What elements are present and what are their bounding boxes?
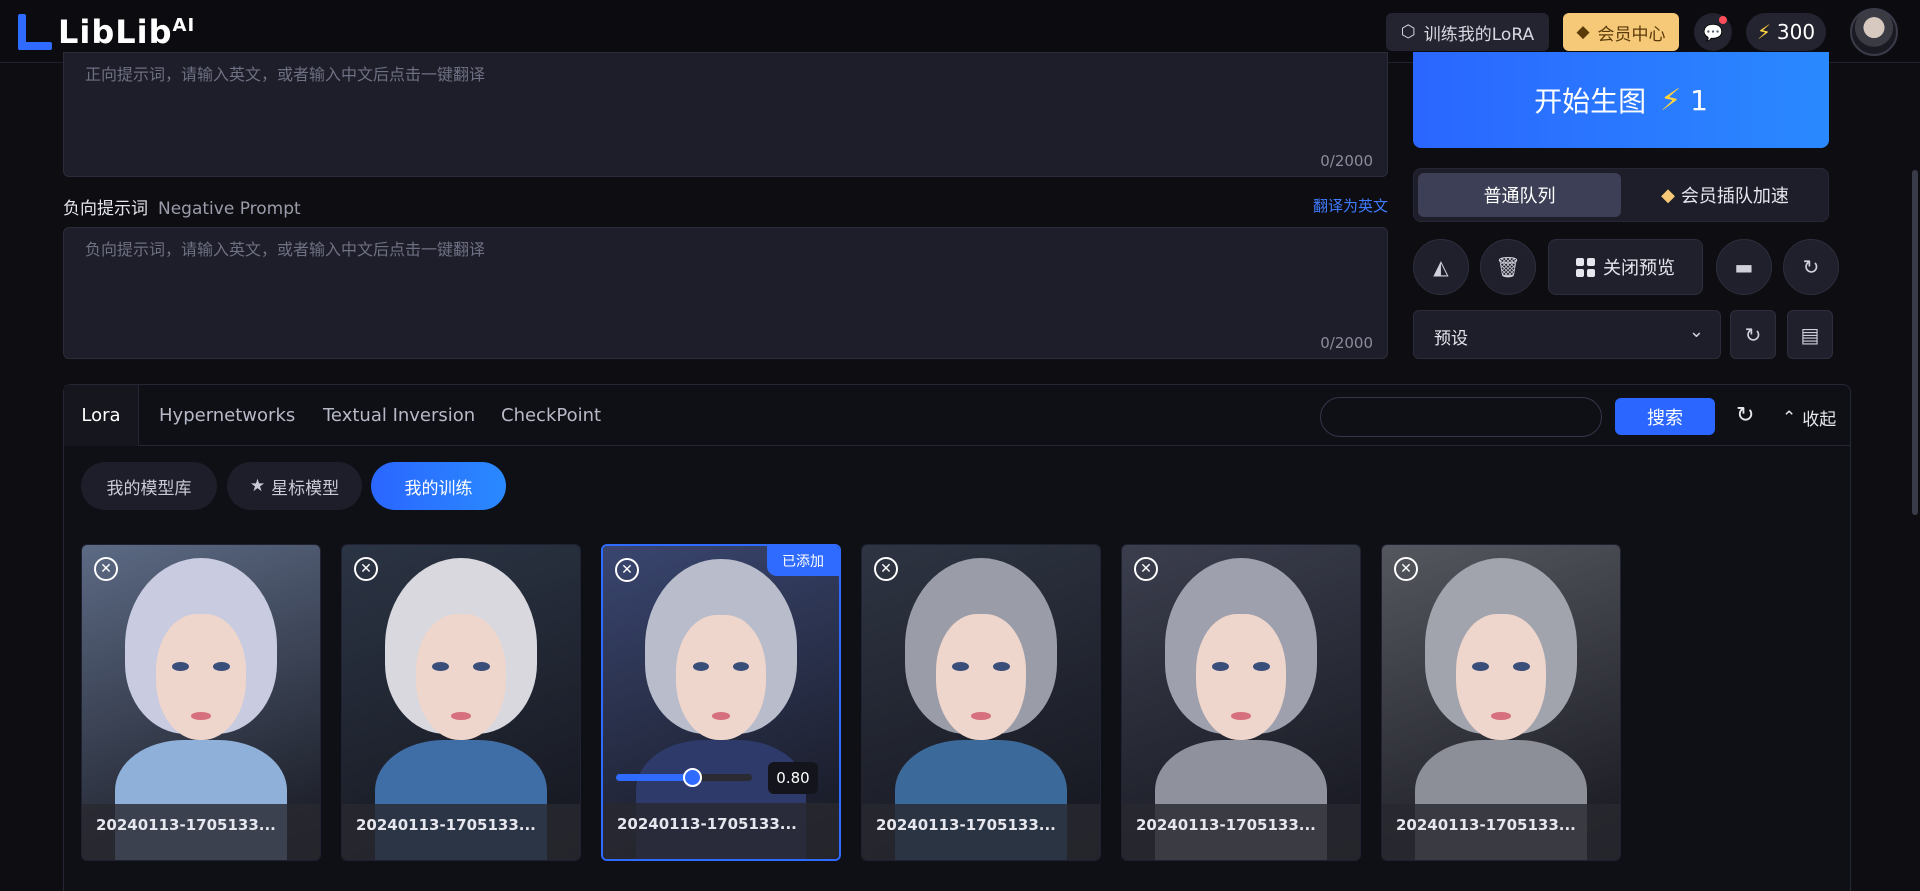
member-center-label: 会员中心 [1597, 24, 1666, 45]
close-preview-button[interactable]: 关闭预览 [1548, 239, 1703, 295]
lora-weight-fill [616, 774, 693, 781]
collapse-button[interactable]: ⌃ 收起 [1782, 405, 1837, 431]
app-root: LibLibAI ⬡ 训练我的LoRA ◆ 会员中心 💬 ⚡ 300 正向提示词… [0, 0, 1920, 891]
page-scrollbar-thumb[interactable] [1912, 170, 1918, 515]
notification-dot [1719, 16, 1727, 24]
model-card[interactable]: ✕ 20240113-1705133... [81, 544, 321, 861]
tab-textual-inversion[interactable]: Textual Inversion [323, 385, 475, 446]
file-add-icon: ▤ [1800, 322, 1820, 347]
refresh-preview-button[interactable]: ↻ [1783, 239, 1839, 295]
model-card-name: 20240113-1705133... [603, 803, 839, 859]
star-icon: ★ [249, 476, 266, 496]
folder-icon: ▬ [1734, 255, 1754, 279]
avatar[interactable] [1850, 8, 1898, 56]
train-lora-button[interactable]: ⬡ 训练我的LoRA [1386, 13, 1549, 51]
bolt-icon: ⚡ [1756, 20, 1771, 44]
cube-icon: ⬡ [1400, 22, 1416, 42]
vip-queue-label: 会员插队加速 [1680, 186, 1789, 207]
diamond-icon: ◆ [1576, 22, 1590, 42]
lora-weight-slider[interactable] [616, 768, 752, 787]
lora-weight-value[interactable]: 0.80 [768, 762, 818, 794]
remove-card-icon[interactable]: ✕ [615, 558, 639, 582]
preset-add-file-button[interactable]: ▤ [1787, 310, 1833, 359]
tab-hypernetworks[interactable]: Hypernetworks [159, 385, 295, 446]
filter-starred[interactable]: ★ 星标模型 [227, 462, 362, 510]
points-button[interactable]: ⚡ 300 [1746, 13, 1826, 51]
generate-cost: ⚡ 1 [1660, 82, 1708, 118]
collapse-label: 收起 [1802, 410, 1837, 430]
added-badge: 已添加 [767, 546, 839, 576]
model-card-name: 20240113-1705133... [1382, 804, 1620, 860]
delete-button[interactable]: 🗑 [1480, 239, 1536, 295]
points-value: 300 [1776, 20, 1816, 44]
refresh-icon: ↻ [1744, 322, 1762, 347]
negative-prompt-label-cn: 负向提示词 [63, 199, 148, 219]
chevron-down-icon: ⌄ [1688, 321, 1704, 342]
refresh-models-button[interactable]: ↻ [1736, 403, 1754, 428]
negative-prompt-label-en: Negative Prompt [158, 199, 301, 219]
refresh-icon: ↻ [1802, 255, 1820, 279]
train-lora-label: 训练我的LoRA [1423, 24, 1535, 45]
model-search-input[interactable] [1320, 397, 1602, 437]
model-card-name: 20240113-1705133... [82, 804, 320, 860]
chevron-up-icon: ⌃ [1782, 407, 1797, 428]
remove-card-icon[interactable]: ✕ [94, 557, 118, 581]
model-card[interactable]: ✕ 20240113-1705133... [861, 544, 1101, 861]
diamond-icon: ◆ [1661, 184, 1675, 206]
model-card[interactable]: ✕ 20240113-1705133... [1121, 544, 1361, 861]
filter-my-training[interactable]: 我的训练 [371, 462, 506, 510]
trash-icon: 🗑 [1495, 255, 1521, 279]
model-card[interactable]: ✕ 20240113-1705133... 已添加 0.80 [601, 544, 841, 861]
logo[interactable]: LibLibAI [18, 13, 196, 51]
positive-char-count: 0/2000 [1320, 152, 1373, 170]
eraser-button[interactable]: ◭ [1413, 239, 1469, 295]
preset-value: 预设 [1434, 329, 1468, 349]
model-tabs: Lora Hypernetworks Textual Inversion Che… [64, 385, 1850, 446]
remove-card-icon[interactable]: ✕ [1134, 557, 1158, 581]
messages-button[interactable]: 💬 [1694, 13, 1732, 51]
negative-char-count: 0/2000 [1320, 334, 1373, 352]
remove-card-icon[interactable]: ✕ [1394, 557, 1418, 581]
chat-icon: 💬 [1703, 22, 1723, 42]
search-button[interactable]: 搜索 [1615, 398, 1715, 435]
positive-prompt-input[interactable]: 正向提示词，请输入英文，或者输入中文后点击一键翻译 0/2000 [63, 52, 1388, 177]
grid-icon [1576, 257, 1595, 277]
filter-starred-label: 星标模型 [271, 478, 340, 499]
filter-my-library[interactable]: 我的模型库 [81, 462, 217, 510]
preset-select[interactable]: 预设 ⌄ [1413, 310, 1721, 359]
vip-queue-button[interactable]: ◆ 会员插队加速 [1626, 173, 1824, 217]
refresh-icon: ↻ [1736, 403, 1755, 428]
generate-button[interactable]: 开始生图 ⚡ 1 [1413, 52, 1829, 148]
model-card-name: 20240113-1705133... [862, 804, 1100, 860]
bolt-icon: ⚡ [1660, 82, 1682, 118]
model-card-name: 20240113-1705133... [342, 804, 580, 860]
model-card-name: 20240113-1705133... [1122, 804, 1360, 860]
model-card[interactable]: ✕ 20240113-1705133... [341, 544, 581, 861]
queue-selector: 普通队列 ◆ 会员插队加速 [1413, 168, 1829, 222]
logo-mark-icon [18, 14, 52, 50]
preset-refresh-button[interactable]: ↻ [1730, 310, 1776, 359]
negative-prompt-placeholder: 负向提示词，请输入英文，或者输入中文后点击一键翻译 [85, 240, 486, 259]
folder-button[interactable]: ▬ [1716, 239, 1772, 295]
negative-prompt-input[interactable]: 负向提示词，请输入英文，或者输入中文后点击一键翻译 0/2000 [63, 227, 1388, 359]
translate-to-english-link[interactable]: 翻译为英文 [1313, 195, 1388, 216]
tab-checkpoint[interactable]: CheckPoint [501, 385, 601, 446]
generate-label: 开始生图 [1534, 85, 1647, 118]
tab-lora[interactable]: Lora [64, 385, 139, 446]
member-center-button[interactable]: ◆ 会员中心 [1563, 13, 1679, 51]
logo-text: LibLibAI [58, 13, 196, 51]
model-card[interactable]: ✕ 20240113-1705133... [1381, 544, 1621, 861]
eraser-icon: ◭ [1433, 255, 1449, 279]
normal-queue-button[interactable]: 普通队列 [1418, 173, 1621, 217]
remove-card-icon[interactable]: ✕ [874, 557, 898, 581]
negative-prompt-label: 负向提示词 Negative Prompt [63, 194, 301, 219]
positive-prompt-placeholder: 正向提示词，请输入英文，或者输入中文后点击一键翻译 [85, 65, 486, 84]
remove-card-icon[interactable]: ✕ [354, 557, 378, 581]
close-preview-label: 关闭预览 [1603, 258, 1675, 279]
